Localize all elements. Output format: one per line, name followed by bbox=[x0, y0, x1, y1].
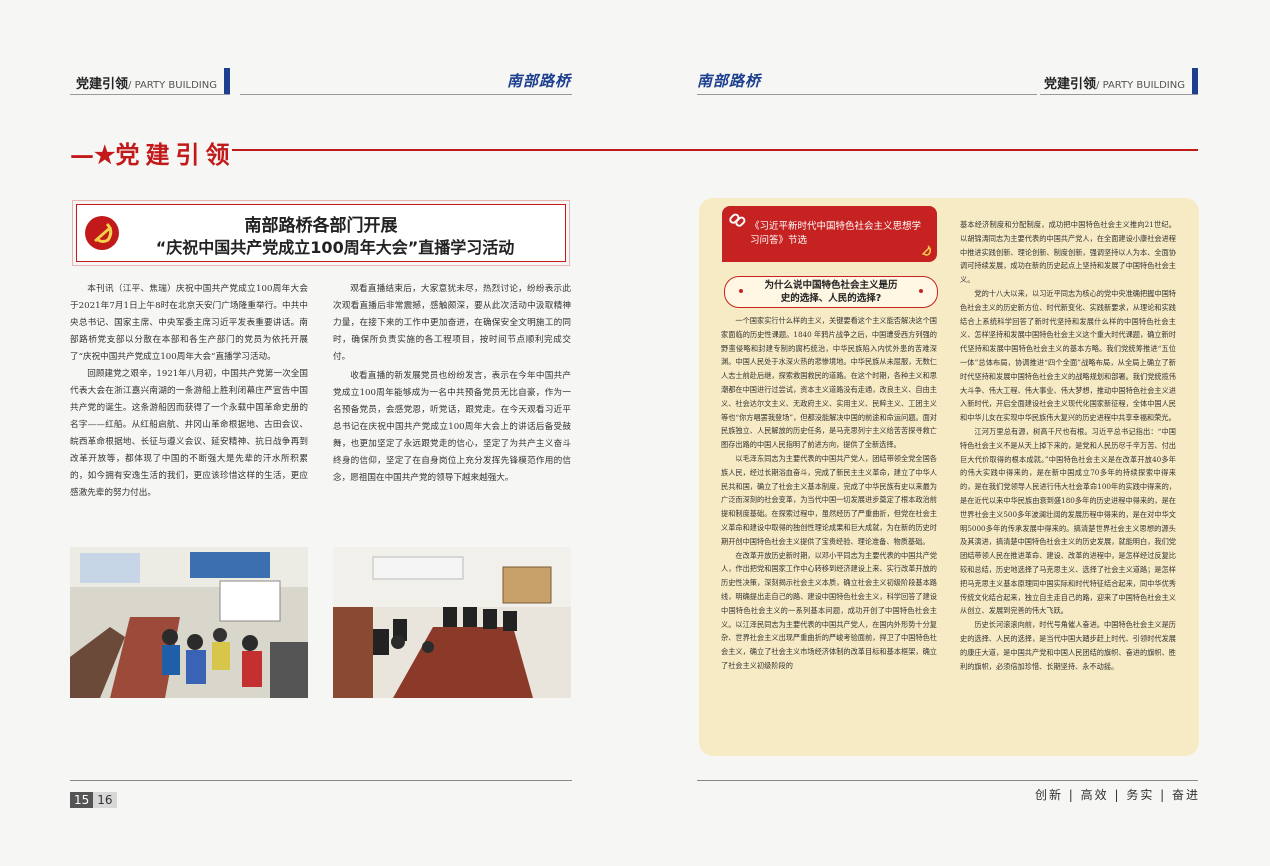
bullet-dot-left bbox=[739, 289, 743, 293]
header-right-accent bbox=[1192, 68, 1198, 94]
header-left-tab-cn: 党建引领 bbox=[76, 77, 129, 92]
excerpt-paragraph: 党的十八大以来，以习近平同志为核心的党中央准确把握中国特色社会主义的历史新方位、… bbox=[960, 288, 1176, 423]
page-number-right: 16 bbox=[93, 792, 117, 808]
header-left-rule bbox=[70, 94, 230, 95]
bullet-dot-right bbox=[919, 289, 923, 293]
footer-rule-right bbox=[697, 780, 1198, 781]
meeting-photo-right-image bbox=[333, 547, 571, 698]
meeting-photo-left-image bbox=[70, 547, 308, 698]
excerpt-column-2: 基本经济制度和分配制度，成功把中国特色社会主义推向21世纪。以胡锦涛同志为主要代… bbox=[960, 218, 1176, 673]
link-icon bbox=[729, 213, 746, 227]
article-paragraph: 观看直播结束后，大家意犹未尽，热烈讨论，纷纷表示此次观看直播后非常震撼，感触颇深… bbox=[333, 284, 571, 362]
headline-box-shadow bbox=[72, 200, 570, 266]
section-red-rule bbox=[232, 149, 1198, 151]
section-title-prefix: —★ bbox=[70, 140, 116, 169]
party-emblem-small-icon bbox=[922, 245, 932, 256]
header-right-rule-2 bbox=[697, 94, 1037, 95]
magazine-name-left: 南部路桥 bbox=[507, 72, 572, 90]
header-left-rule-2 bbox=[240, 94, 572, 95]
excerpt-title-card: 《习近平新时代中国特色社会主义思想学习问答》节选 bbox=[722, 206, 937, 262]
section-title: —★党建引领 bbox=[70, 135, 236, 170]
meeting-photo-left bbox=[70, 547, 308, 698]
excerpt-book-title: 《习近平新时代中国特色社会主义思想学习问答》节选 bbox=[750, 221, 922, 246]
article-column-2: 观看直播结束后，大家意犹未尽，热烈讨论，纷纷表示此次观看直播后非常震撼，感触颇深… bbox=[333, 281, 571, 487]
question-text: 为什么说中国特色社会主义是历史的选择、人民的选择? bbox=[764, 280, 898, 304]
article-paragraph: 本刊讯（江平、焦瑞）庆祝中国共产党成立100周年大会于2021年7月1日上午8时… bbox=[70, 284, 308, 362]
page-numbers: 15 16 bbox=[70, 789, 117, 808]
excerpt-paragraph: 以毛泽东同志为主要代表的中国共产党人，团结带领全党全国各族人民，经过长期浴血奋斗… bbox=[721, 453, 937, 546]
excerpt-paragraph: 基本经济制度和分配制度，成功把中国特色社会主义推向21世纪。以胡锦涛同志为主要代… bbox=[960, 220, 1176, 285]
article-paragraph: 回顾建党之艰辛，1921年八月初，中国共产党第一次全国代表大会在浙江嘉兴南湖的一… bbox=[70, 369, 308, 498]
section-title-text: 党建引领 bbox=[115, 140, 236, 169]
header-left-accent bbox=[224, 68, 230, 94]
excerpt-column-1: 一个国家实行什么样的主义，关键要看这个主义能否解决这个国家面临的历史性课题。18… bbox=[721, 314, 937, 673]
magazine-name-right: 南部路桥 bbox=[697, 72, 762, 90]
excerpt-paragraph: 一个国家实行什么样的主义，关键要看这个主义能否解决这个国家面临的历史性课题。18… bbox=[721, 316, 937, 450]
excerpt-paragraph: 江河万里总有源，树高千尺也有根。习近平总书记指出：“中国特色社会主义不是从天上掉… bbox=[960, 426, 1176, 616]
header-right-tab-cn: 党建引领 bbox=[1044, 77, 1097, 92]
header-right-rule bbox=[1040, 94, 1198, 95]
excerpt-paragraph: 在改革开放历史新时期，以邓小平同志为主要代表的中国共产党人，作出把党和国家工作中… bbox=[721, 550, 937, 670]
header-right-tab-en: / PARTY BUILDING bbox=[1096, 80, 1185, 91]
meeting-photo-right bbox=[333, 547, 571, 698]
header-left-tab-en: / PARTY BUILDING bbox=[128, 80, 217, 91]
footer-slogan: 创新 | 高效 | 务实 | 奋进 bbox=[1034, 788, 1200, 802]
article-column-1: 本刊讯（江平、焦瑞）庆祝中国共产党成立100周年大会于2021年7月1日上午8时… bbox=[70, 281, 308, 502]
header-left-tab: 党建引领/ PARTY BUILDING bbox=[76, 73, 217, 92]
question-box: 为什么说中国特色社会主义是历史的选择、人民的选择? bbox=[724, 276, 938, 308]
page-number-left: 15 bbox=[70, 792, 94, 808]
footer-rule-left bbox=[70, 780, 572, 781]
article-paragraph: 收看直播的新发展党员也纷纷发言，表示在今年中国共产党成立100周年能够成为一名中… bbox=[333, 371, 571, 483]
header-right-tab: 党建引领/ PARTY BUILDING bbox=[1044, 73, 1185, 92]
excerpt-paragraph: 历史长河滚滚向前，时代号角催人奋进。中国特色社会主义是历史的选择、人民的选择，是… bbox=[960, 620, 1176, 671]
